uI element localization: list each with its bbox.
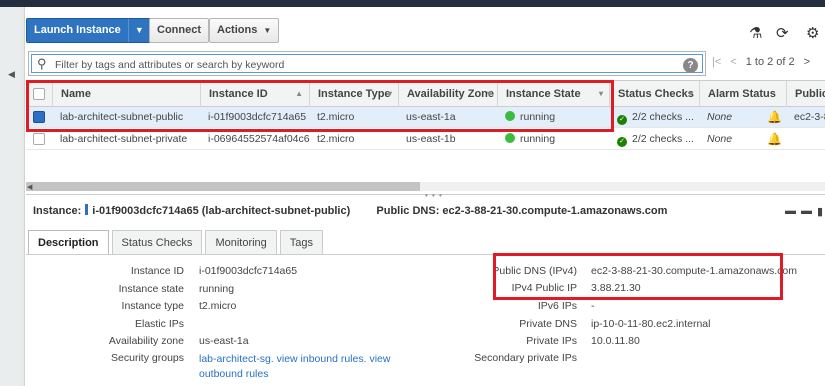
left-nav-rail[interactable]: ◀ — [0, 7, 22, 386]
column-header-alarm-status[interactable]: Alarm Status — [699, 81, 786, 108]
full-view-icon[interactable]: ▮ — [817, 205, 823, 218]
detail-tabs: Description Status Checks Monitoring Tag… — [28, 230, 324, 255]
sort-icon: ▾ — [688, 89, 693, 98]
cell-availability-zone: us-east-1b — [406, 133, 456, 145]
instance-marker — [85, 204, 89, 215]
cell-public-dns: ec2-3-8 — [794, 111, 825, 123]
launch-dropdown-icon[interactable]: ▼ — [127, 19, 150, 42]
split-view-icon[interactable]: ▬ — [785, 205, 796, 217]
instance-state-value: running — [199, 283, 235, 295]
search-icon: ⚲ — [37, 56, 47, 71]
row-checkbox[interactable] — [33, 133, 45, 145]
cell-status-checks: ✓ 2/2 checks ... — [609, 107, 694, 128]
pagination: |< < 1 to 2 of 2 > — [712, 56, 810, 68]
column-header-public[interactable]: Public — [786, 81, 825, 108]
tab-tags[interactable]: Tags — [279, 230, 324, 255]
toolbar: Launch Instance ▼ Connect Actions ▼ ⚗ ⟳ … — [26, 7, 825, 49]
status-checks-text: 2/2 checks ... — [632, 133, 694, 145]
alarm-bell-icon[interactable]: 🔔 — [767, 110, 782, 124]
highlight-box-public-ip — [493, 253, 783, 300]
instance-id-label: Instance ID — [130, 265, 184, 277]
cell-instance-type: t2.micro — [317, 133, 355, 145]
connect-button[interactable]: Connect — [149, 18, 209, 43]
filter-search-box[interactable]: ⚲ Filter by tags and attributes or searc… — [28, 51, 706, 76]
refresh-icon[interactable]: ⟳ — [776, 24, 789, 42]
ipv6-ips-label: IPv6 IPs — [537, 300, 577, 312]
cell-status-checks: ✓ 2/2 checks ... — [609, 129, 694, 150]
cell-instance-state: running — [497, 129, 555, 150]
instance-label: Instance: — [33, 205, 82, 217]
launch-instance-label[interactable]: Launch Instance — [27, 19, 128, 42]
page-range: 1 to 2 of 2 — [745, 56, 795, 68]
tab-description[interactable]: Description — [28, 230, 109, 255]
public-dns-value: ec2-3-88-21-30.compute-1.amazonaws.com — [442, 205, 668, 217]
availability-zone-label: Availability zone — [108, 335, 184, 347]
actions-button[interactable]: Actions ▼ — [209, 18, 280, 43]
private-dns-value: ip-10-0-11-80.ec2.internal — [591, 318, 711, 330]
security-groups-label: Security groups — [111, 352, 184, 364]
private-dns-label: Private DNS — [519, 318, 577, 330]
cell-instance-id: i-06964552574af04c6 — [208, 133, 310, 145]
actions-label: Actions — [217, 24, 258, 36]
help-icon[interactable]: ? — [683, 58, 698, 73]
drag-handle-icon[interactable]: • • • — [425, 191, 443, 200]
bottom-view-icon[interactable]: ▬ — [801, 205, 812, 217]
instance-state-label: Instance state — [118, 283, 184, 295]
status-checks-header-label: Status Checks — [618, 88, 694, 100]
security-groups-value: lab-architect-sg. view inbound rules. vi… — [199, 352, 399, 382]
instance-type-label: Instance type — [121, 300, 184, 312]
prev-page-icon[interactable]: < — [730, 56, 736, 68]
first-page-icon[interactable]: |< — [712, 56, 721, 68]
running-status-icon — [505, 133, 515, 143]
horizontal-scrollbar-thumb[interactable] — [26, 182, 420, 191]
instance-state-text: running — [520, 133, 556, 145]
security-group-link[interactable]: lab-architect-sg. — [199, 353, 274, 365]
private-ips-value: 10.0.11.80 — [591, 335, 640, 347]
chevron-down-icon: ▼ — [263, 26, 272, 35]
view-inbound-rules-link[interactable]: view inbound rules — [277, 353, 364, 365]
instance-id-value: i-01f9003dcfc714a65 — [199, 265, 298, 277]
private-ips-label: Private IPs — [526, 335, 577, 347]
detail-header: Instance: i-01f9003dcfc714a65 (lab-archit… — [33, 204, 667, 217]
gear-icon[interactable]: ⚙ — [806, 24, 819, 42]
table-row[interactable]: lab-architect-subnet-private i-069645525… — [26, 129, 825, 150]
next-page-icon[interactable]: > — [804, 56, 810, 68]
cell-alarm-status: None — [707, 133, 733, 145]
launch-instance-button[interactable]: Launch Instance ▼ — [26, 18, 151, 43]
elastic-ips-label: Elastic IPs — [134, 318, 184, 330]
ipv6-ips-value: - — [591, 300, 595, 312]
rules-separator: . — [363, 353, 367, 365]
status-checks-text: 2/2 checks ... — [632, 111, 694, 123]
public-dns-label: Public DNS: — [376, 205, 440, 217]
cell-name: lab-architect-subnet-private — [60, 133, 188, 145]
search-focus-ring: ⚲ Filter by tags and attributes or searc… — [31, 54, 703, 73]
instance-type-value: t2.micro — [199, 300, 237, 312]
column-header-status-checks[interactable]: Status Checks ▾ — [609, 81, 699, 108]
rail-divider — [21, 7, 25, 386]
alarm-bell-icon[interactable]: 🔔 — [767, 132, 782, 146]
flask-icon[interactable]: ⚗ — [749, 24, 762, 42]
console-top-bar — [0, 0, 825, 7]
check-ok-icon: ✓ — [617, 137, 627, 147]
tab-monitoring[interactable]: Monitoring — [205, 230, 277, 255]
tab-status-checks[interactable]: Status Checks — [111, 230, 203, 255]
scroll-left-icon[interactable]: ◀ — [27, 183, 32, 191]
collapse-arrow-icon[interactable]: ◀ — [8, 69, 15, 80]
secondary-private-ips-label: Secondary private IPs — [474, 352, 577, 364]
highlight-box-instance-row — [26, 80, 614, 132]
instance-value: i-01f9003dcfc714a65 (lab-architect-subne… — [92, 205, 351, 217]
check-ok-icon: ✓ — [617, 115, 627, 125]
availability-zone-value: us-east-1a — [199, 335, 249, 347]
cell-alarm-status: None — [707, 111, 733, 123]
search-input[interactable]: Filter by tags and attributes or search … — [55, 59, 284, 71]
